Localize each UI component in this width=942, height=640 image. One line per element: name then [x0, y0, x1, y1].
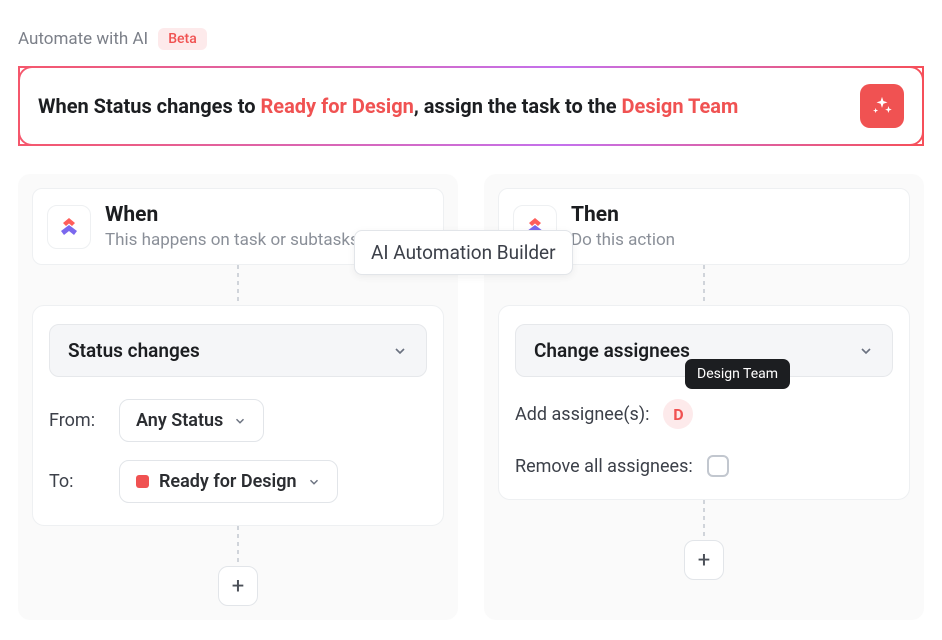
prompt-prefix: When Status changes to — [38, 94, 260, 118]
beta-badge: Beta — [158, 28, 207, 50]
connector-line — [237, 265, 239, 305]
then-subtitle: Do this action — [571, 230, 675, 250]
header-row: Automate with AI Beta — [18, 28, 924, 50]
then-title: Then — [571, 203, 675, 228]
add-action-button[interactable]: + — [684, 540, 724, 580]
from-label: From: — [49, 410, 103, 431]
remove-assignees-row: Remove all assignees: — [515, 455, 893, 477]
when-title: When — [105, 203, 359, 228]
when-card: Status changes From: Any Status To: Read… — [32, 305, 444, 526]
status-color-dot — [136, 475, 149, 488]
when-header-text: When This happens on task or subtasks — [105, 203, 359, 250]
then-card: Change assignees Design Team Add assigne… — [498, 305, 910, 500]
assignee-avatar[interactable]: D — [663, 399, 693, 429]
prompt-middle: , assign the task to the — [414, 94, 622, 118]
to-value: Ready for Design — [159, 471, 297, 492]
add-assignee-label: Add assignee(s): — [515, 404, 649, 425]
ai-prompt-input[interactable]: When Status changes to Ready for Design,… — [18, 66, 924, 146]
chevron-down-icon — [307, 475, 321, 489]
assignee-initial: D — [673, 405, 683, 424]
ai-generate-button[interactable] — [860, 84, 904, 128]
prompt-team: Design Team — [622, 94, 739, 118]
trigger-label: Status changes — [68, 339, 200, 362]
remove-assignees-checkbox[interactable] — [707, 455, 729, 477]
add-trigger-button[interactable]: + — [218, 566, 258, 606]
remove-assignees-label: Remove all assignees: — [515, 456, 693, 477]
assignee-tooltip: Design Team — [685, 359, 790, 389]
plus-icon: + — [232, 574, 244, 599]
sparkle-icon — [871, 95, 893, 117]
trigger-select[interactable]: Status changes — [49, 324, 427, 377]
chevron-down-icon — [392, 343, 408, 359]
clickup-icon — [47, 205, 91, 249]
from-status-select[interactable]: Any Status — [119, 399, 264, 442]
connector-line — [703, 265, 705, 305]
add-assignee-row: Design Team Add assignee(s): D — [515, 399, 893, 429]
to-label: To: — [49, 471, 103, 492]
action-label: Change assignees — [534, 339, 690, 362]
when-subtitle: This happens on task or subtasks — [105, 230, 359, 250]
connector-line — [703, 500, 705, 540]
to-status-select[interactable]: Ready for Design — [119, 460, 338, 503]
from-row: From: Any Status — [49, 399, 427, 442]
prompt-status: Ready for Design — [260, 94, 413, 118]
page-title: Automate with AI — [18, 29, 148, 49]
plus-icon: + — [698, 548, 710, 573]
floating-tooltip: AI Automation Builder — [354, 230, 573, 275]
chevron-down-icon — [233, 414, 247, 428]
ai-prompt-text: When Status changes to Ready for Design,… — [38, 94, 738, 118]
from-value: Any Status — [136, 410, 223, 431]
connector-line — [237, 526, 239, 566]
chevron-down-icon — [858, 343, 874, 359]
then-header-text: Then Do this action — [571, 203, 675, 250]
to-row: To: Ready for Design — [49, 460, 427, 503]
